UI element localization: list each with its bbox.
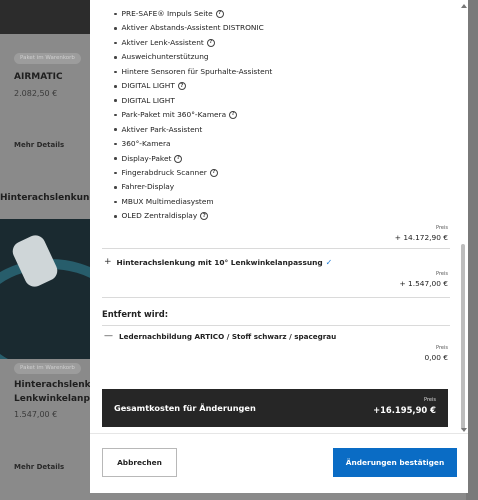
feature-item: Hintere Sensoren für Spurhalte-Assistent [114,67,272,77]
section-heading: Hinterachslenkung [0,193,96,203]
feature-label: Aktiver Lenk-Assistent [121,37,204,47]
feature-label: Aktiver Abstands-Assistent DISTRONIC [121,23,264,33]
cart-badge: Paket im Warenkorb [14,53,81,64]
bullet-icon [114,113,117,117]
info-icon[interactable]: ? [200,212,209,221]
removed-heading: Entfernt wird: [102,309,169,319]
bullet-icon [114,70,117,74]
bullet-icon [114,12,117,16]
added-item-price: Preis + 1.547,00 € [399,270,448,289]
scrollbar-thumb[interactable] [461,244,465,430]
info-icon[interactable]: ? [215,10,224,18]
feature-label: 360°-Kamera [121,139,171,149]
cancel-button[interactable]: Abbrechen [102,448,177,477]
feature-item: 360°-Kamera [114,139,171,149]
feature-item: Fahrer-Display [114,182,174,192]
feature-item: OLED Zentraldisplay? [114,211,209,221]
card-details-link[interactable]: Mehr Details [14,463,64,471]
change-summary-modal: PRE-SAFE® Impuls Seite? Aktiver Abstands-… [90,0,468,493]
cart-badge: Paket im Warenkorb [14,363,81,374]
feature-label: Display-Paket [121,153,172,163]
plus-icon: + [104,257,112,267]
bullet-icon [114,171,117,175]
bullet-icon [114,85,117,88]
feature-item: Ausweichunterstützung [114,52,209,62]
info-icon[interactable]: ? [206,38,215,47]
total-price: Preis +16.195,90 € [373,396,436,417]
removed-item-label: Ledernachbildung ARTICO / Stoff schwarz … [119,331,337,341]
bullet-icon [114,200,117,204]
feature-label: Park-Paket mit 360°-Kamera [121,110,227,120]
info-icon[interactable]: ? [174,154,183,163]
modal-scroll-area[interactable]: PRE-SAFE® Impuls Seite? Aktiver Abstands-… [90,0,460,432]
removed-item-price: Preis 0,00 € [424,344,448,363]
card-price: 2.082,50 € [14,89,58,98]
bullet-icon [114,157,117,160]
price-label: Preis [436,225,448,231]
card-title: AIRMATIC [14,72,63,82]
footer-divider [90,433,468,434]
feature-item: DIGITAL LIGHT? [114,81,186,91]
scroll-down-arrow-icon[interactable] [461,428,467,432]
price-label: Preis [424,397,436,403]
feature-item: Aktiver Lenk-Assistent? [114,38,215,48]
package-price: Preis + 14.172,90 € [395,224,448,243]
minus-icon: — [104,331,113,341]
feature-label: Ausweichunterstützung [121,52,209,62]
card-details-link[interactable]: Mehr Details [14,141,64,149]
feature-label: OLED Zentraldisplay [121,211,198,221]
feature-item: DIGITAL LIGHT [114,96,175,106]
feature-item: Aktiver Abstands-Assistent DISTRONIC [114,23,264,33]
bullet-icon [114,186,117,189]
price-value: + 1.547,00 € [399,279,448,288]
feature-label: PRE-SAFE® Impuls Seite [121,9,213,18]
removed-item: — Ledernachbildung ARTICO / Stoff schwar… [104,331,336,341]
confirm-changes-button[interactable]: Änderungen bestätigen [333,448,457,477]
feature-item: PRE-SAFE® Impuls Seite? [114,9,224,19]
price-value: 0,00 € [424,353,448,362]
card-price: 1.547,00 € [14,410,58,419]
card-image [0,219,90,359]
feature-item: MBUX Multimediasystem [114,197,214,207]
feature-item: Display-Paket? [114,153,183,164]
price-label: Preis [436,345,448,351]
bullet-icon [114,27,117,30]
info-icon[interactable]: ? [209,168,218,177]
total-value: +16.195,90 € [373,405,436,415]
feature-label: MBUX Multimediasystem [121,196,214,206]
bullet-icon [114,99,117,102]
added-item-label: Hinterachslenkung mit 10° Lenkwinkelanpa… [116,257,323,267]
modal-scrollbar[interactable] [460,4,467,432]
bullet-icon [114,41,117,45]
divider [102,297,450,298]
feature-item: Park-Paket mit 360°-Kamera? [114,110,238,120]
bullet-icon [114,215,117,218]
feature-label: Aktiver Park-Assistent [121,124,203,134]
feature-label: DIGITAL LIGHT [121,81,175,91]
feature-item: Aktiver Park-Assistent [114,125,202,135]
check-icon: ✓ [325,257,333,267]
total-cost-box: Gesamtkosten für Änderungen Preis +16.19… [102,389,448,427]
feature-label: Hintere Sensoren für Spurhalte-Assistent [121,66,273,76]
feature-label: DIGITAL LIGHT [121,95,175,105]
bullet-icon [114,142,117,146]
feature-label: Fahrer-Display [121,182,175,192]
total-label: Gesamtkosten für Änderungen [114,403,256,413]
price-label: Preis [436,271,448,277]
bullet-icon [114,56,117,59]
info-icon[interactable]: ? [229,111,238,120]
divider [102,248,450,249]
bullet-icon [114,128,117,131]
feature-label: Fingerabdruck Scanner [121,167,207,177]
scroll-up-arrow-icon[interactable] [461,4,467,8]
added-item: + Hinterachslenkung mit 10° Lenkwinkelan… [104,257,332,267]
divider [102,325,450,326]
background-header [0,0,90,34]
info-icon[interactable]: ? [177,82,186,91]
price-value: + 14.172,90 € [394,233,448,242]
feature-item: Fingerabdruck Scanner? [114,168,218,178]
